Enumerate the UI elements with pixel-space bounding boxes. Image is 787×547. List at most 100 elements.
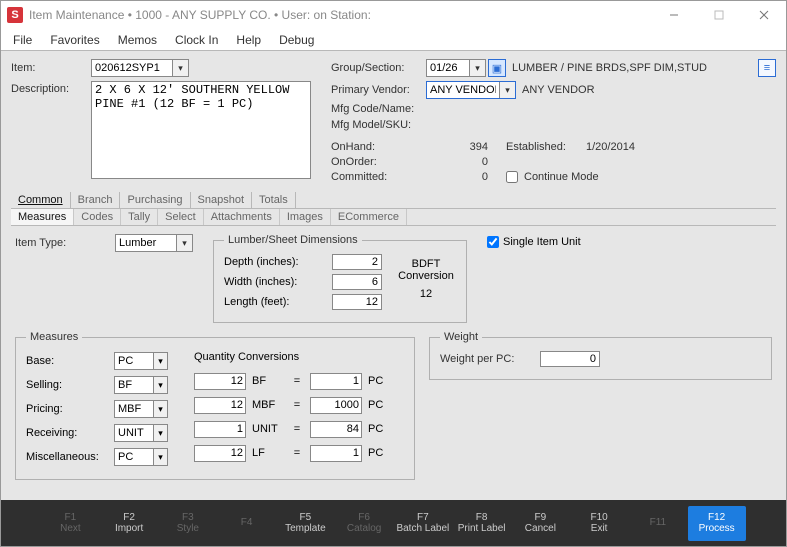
menu-debug[interactable]: Debug (271, 31, 322, 49)
vendor-name: ANY VENDOR (522, 84, 595, 96)
subtab-attachments[interactable]: Attachments (204, 209, 280, 225)
measures-group: Measures Base: PC Selling: BF Pricing: M… (15, 331, 415, 480)
weight-group: Weight Weight per PC: (429, 331, 772, 380)
misc-label: Miscellaneous: (26, 451, 114, 463)
group-lookup-button[interactable]: ▣ (488, 59, 506, 77)
selling-label: Selling: (26, 379, 114, 391)
subtab-codes[interactable]: Codes (74, 209, 121, 225)
item-type-dropdown-icon[interactable] (176, 235, 192, 251)
single-item-checkbox[interactable] (487, 236, 499, 248)
conv3-b[interactable] (310, 421, 362, 438)
receiving-label: Receiving: (26, 427, 114, 439)
subtab-images[interactable]: Images (280, 209, 331, 225)
weight-input[interactable] (540, 351, 600, 367)
qty-conv-header: Quantity Conversions (194, 351, 400, 371)
f8-button[interactable]: F8Print Label (453, 506, 511, 541)
item-type-label: Item Type: (15, 237, 115, 249)
content-area: ≡ Item: Description: 2 X 6 X 12' SOUTHER… (1, 51, 786, 500)
dimensions-group: Lumber/Sheet Dimensions Depth (inches): … (213, 234, 467, 323)
length-input[interactable] (332, 294, 382, 310)
group-combo[interactable] (426, 59, 486, 77)
conv-row-3: UNIT = PC (194, 419, 400, 439)
misc-select[interactable]: PC (114, 448, 168, 466)
main-tabs: Common Branch Purchasing Snapshot Totals (11, 192, 776, 209)
f7-button[interactable]: F7Batch Label (394, 506, 452, 541)
f6-button[interactable]: F6Catalog (335, 506, 393, 541)
subtab-measures[interactable]: Measures (11, 209, 74, 225)
menu-favorites[interactable]: Favorites (42, 31, 107, 49)
subtab-select[interactable]: Select (158, 209, 204, 225)
selling-select[interactable]: BF (114, 376, 168, 394)
conv2-b[interactable] (310, 397, 362, 414)
window-title: Item Maintenance • 1000 - ANY SUPPLY CO.… (29, 8, 371, 22)
base-label: Base: (26, 355, 114, 367)
chevron-down-icon[interactable] (153, 353, 167, 369)
tab-branch[interactable]: Branch (71, 192, 121, 208)
width-input[interactable] (332, 274, 382, 290)
committed-value: 0 (436, 171, 506, 183)
chevron-down-icon[interactable] (153, 449, 167, 465)
vendor-dropdown-icon[interactable] (499, 82, 515, 98)
menu-memos[interactable]: Memos (110, 31, 165, 49)
title-bar: S Item Maintenance • 1000 - ANY SUPPLY C… (1, 1, 786, 29)
conv4-u1: LF (252, 447, 284, 459)
maximize-button[interactable] (696, 1, 741, 29)
onorder-label: OnOrder: (331, 156, 436, 168)
item-type-combo[interactable] (115, 234, 193, 252)
conv1-b[interactable] (310, 373, 362, 390)
f12-button[interactable]: F12Process (688, 506, 746, 541)
item-dropdown-icon[interactable] (172, 60, 188, 76)
conv4-b[interactable] (310, 445, 362, 462)
weight-label: Weight per PC: (440, 353, 540, 365)
chevron-down-icon[interactable] (153, 425, 167, 441)
f1-button[interactable]: F1Next (41, 506, 99, 541)
f9-button[interactable]: F9Cancel (511, 506, 569, 541)
vendor-input[interactable] (427, 82, 499, 98)
details-panel-button[interactable]: ≡ (758, 59, 776, 77)
f5-button[interactable]: F5Template (276, 506, 334, 541)
group-dropdown-icon[interactable] (469, 60, 485, 76)
base-select[interactable]: PC (114, 352, 168, 370)
subtab-ecommerce[interactable]: ECommerce (331, 209, 407, 225)
subtab-tally[interactable]: Tally (121, 209, 158, 225)
pricing-select[interactable]: MBF (114, 400, 168, 418)
conv4-a[interactable] (194, 445, 246, 462)
description-textarea[interactable]: 2 X 6 X 12' SOUTHERN YELLOW PINE #1 (12 … (91, 81, 311, 179)
item-input[interactable] (92, 60, 172, 76)
minimize-button[interactable] (651, 1, 696, 29)
receiving-select[interactable]: UNIT (114, 424, 168, 442)
item-type-input[interactable] (116, 235, 176, 251)
continue-mode-label: Continue Mode (524, 171, 599, 183)
f2-button[interactable]: F2Import (100, 506, 158, 541)
conv4-u2: PC (368, 447, 400, 459)
menu-file[interactable]: File (5, 31, 40, 49)
description-label: Description: (11, 81, 91, 95)
f10-button[interactable]: F10Exit (570, 506, 628, 541)
f4-button[interactable]: F4 (218, 511, 276, 535)
chevron-down-icon[interactable] (153, 377, 167, 393)
tab-totals[interactable]: Totals (252, 192, 296, 208)
f3-button[interactable]: F3Style (159, 506, 217, 541)
bdft-label: BDFT Conversion (396, 258, 456, 282)
continue-mode-checkbox[interactable] (506, 171, 518, 183)
conv2-a[interactable] (194, 397, 246, 414)
conv3-a[interactable] (194, 421, 246, 438)
mfg-sku-label: Mfg Model/SKU: (331, 119, 436, 131)
vendor-combo[interactable] (426, 81, 516, 99)
close-button[interactable] (741, 1, 786, 29)
tab-purchasing[interactable]: Purchasing (120, 192, 190, 208)
item-combo[interactable] (91, 59, 189, 77)
bdft-value: 12 (396, 288, 456, 300)
group-input[interactable] (427, 60, 469, 76)
tab-common[interactable]: Common (11, 192, 71, 208)
lookup-icon: ▣ (492, 62, 502, 75)
dimensions-legend: Lumber/Sheet Dimensions (224, 234, 362, 246)
tab-snapshot[interactable]: Snapshot (191, 192, 252, 208)
mfg-code-label: Mfg Code/Name: (331, 103, 436, 115)
chevron-down-icon[interactable] (153, 401, 167, 417)
menu-clockin[interactable]: Clock In (167, 31, 226, 49)
menu-help[interactable]: Help (228, 31, 269, 49)
f11-button[interactable]: F11 (629, 511, 687, 535)
conv1-a[interactable] (194, 373, 246, 390)
depth-input[interactable] (332, 254, 382, 270)
